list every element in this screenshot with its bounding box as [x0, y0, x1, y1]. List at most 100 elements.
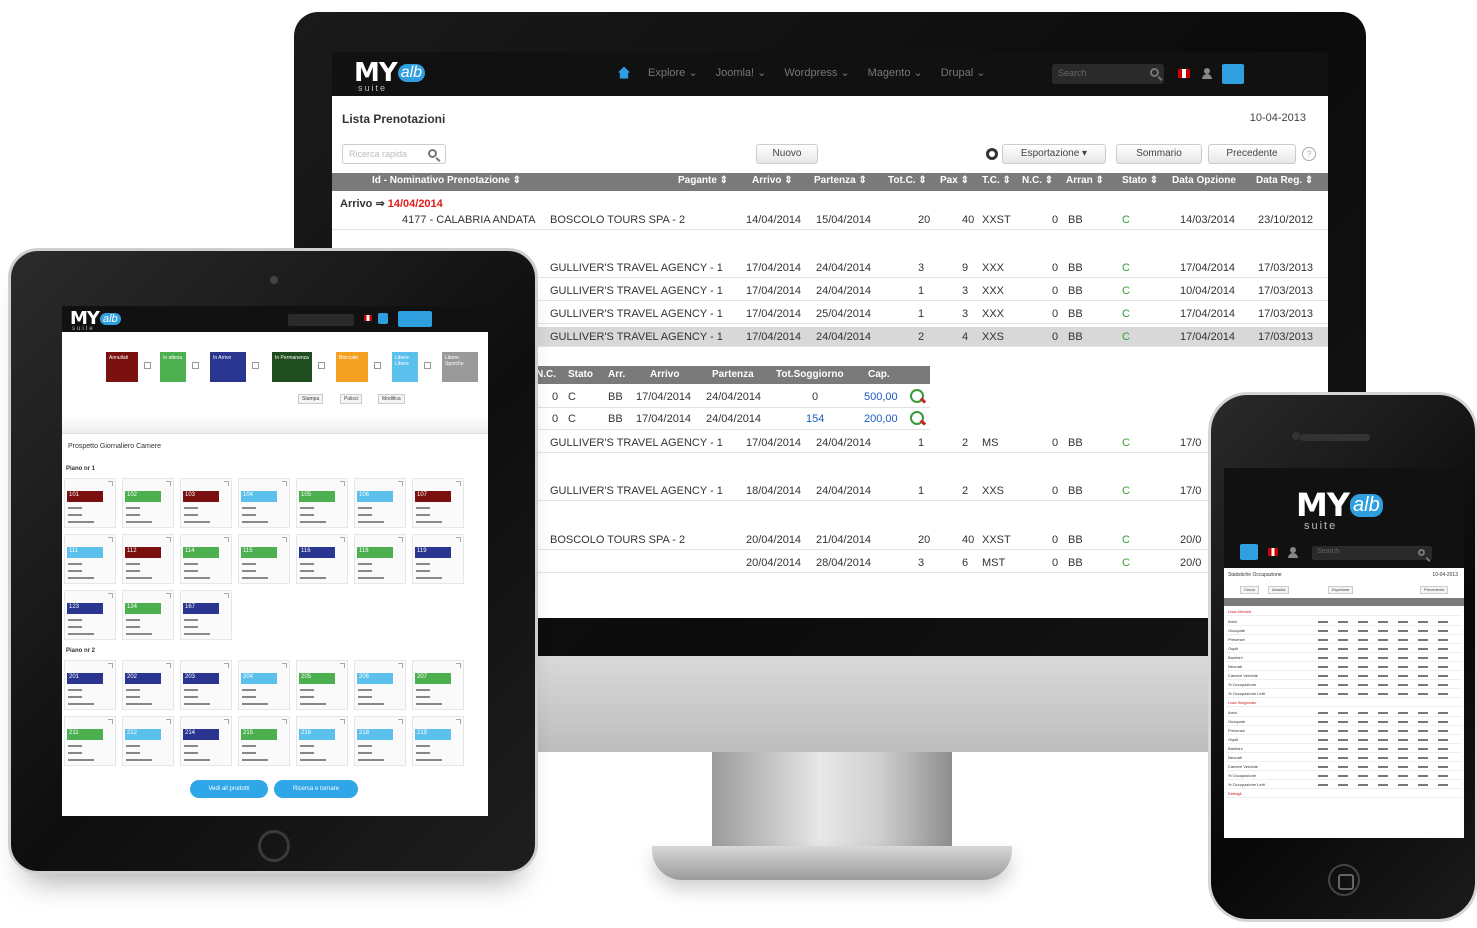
expand-icon[interactable]	[340, 719, 345, 724]
legend-checkbox[interactable]	[192, 362, 199, 369]
flag-icon[interactable]	[364, 315, 372, 321]
menu-wordpress[interactable]: Wordpress ⌄	[784, 66, 849, 79]
col-stato[interactable]: Stato ⇕	[1122, 175, 1158, 186]
room-card[interactable]: 105	[296, 478, 348, 528]
col-id[interactable]: Id - Nominativo Prenotazione ⇕	[372, 175, 521, 186]
flag-icon[interactable]	[1178, 69, 1190, 78]
phone-table-row[interactable]: Presenze	[1226, 727, 1462, 735]
expand-icon[interactable]	[340, 537, 345, 542]
col-nc[interactable]: N.C. ⇕	[1022, 175, 1053, 186]
phone-home-button[interactable]	[1328, 864, 1360, 896]
col-totc[interactable]: Tot.C. ⇕	[888, 175, 927, 186]
room-card[interactable]: 123	[64, 590, 116, 640]
room-card[interactable]: 118	[354, 534, 406, 584]
nuovo-button[interactable]: Nuovo	[756, 144, 818, 164]
phone-myalb-logo[interactable]: MY alb suite	[1296, 486, 1383, 532]
expand-icon[interactable]	[224, 719, 229, 724]
expand-icon[interactable]	[108, 593, 113, 598]
room-card[interactable]: 107	[412, 478, 464, 528]
phone-table-row[interactable]: Occupate	[1226, 718, 1462, 726]
user-button[interactable]	[378, 313, 388, 324]
expand-icon[interactable]	[224, 593, 229, 598]
legend-item[interactable]: Bloccate	[336, 352, 368, 382]
flag-icon[interactable]	[1268, 548, 1278, 556]
phone-table-row[interactable]: Arrivi	[1226, 618, 1462, 626]
room-card[interactable]: 214	[180, 716, 232, 766]
room-card[interactable]: 106	[354, 478, 406, 528]
user-icon[interactable]	[1288, 547, 1298, 558]
room-card[interactable]: 216	[296, 716, 348, 766]
user-icon[interactable]	[1202, 68, 1212, 79]
phone-table-row[interactable]: % Occupazione Letti	[1226, 781, 1462, 789]
phone-table-row[interactable]: % Occupazione	[1226, 772, 1462, 780]
room-card[interactable]: 204	[238, 660, 290, 710]
expand-icon[interactable]	[224, 537, 229, 542]
col-data-reg[interactable]: Data Reg. ⇕	[1256, 175, 1313, 186]
expand-icon[interactable]	[398, 481, 403, 486]
room-card[interactable]: 205	[296, 660, 348, 710]
stampa-button[interactable]: Stampa	[298, 394, 324, 404]
col-arran[interactable]: Arran ⇕	[1066, 175, 1104, 186]
gear-icon[interactable]	[986, 148, 998, 160]
room-card[interactable]: 201	[64, 660, 116, 710]
expand-icon[interactable]	[224, 663, 229, 668]
room-card[interactable]: 219	[412, 716, 464, 766]
phone-table-row[interactable]: % Occupazione	[1226, 681, 1462, 689]
expand-icon[interactable]	[166, 593, 171, 598]
col-pax[interactable]: Pax ⇕	[940, 175, 969, 186]
expand-icon[interactable]	[282, 719, 287, 724]
expand-icon[interactable]	[282, 537, 287, 542]
esportazione-button[interactable]: Esportazione ▾	[1002, 144, 1106, 164]
quick-search-icon[interactable]	[428, 149, 437, 158]
expand-icon[interactable]	[456, 537, 461, 542]
menu-explore[interactable]: Explore ⌄	[648, 66, 698, 79]
expand-icon[interactable]	[108, 663, 113, 668]
room-card[interactable]: 101	[64, 478, 116, 528]
myalb-logo[interactable]: MY alb suite	[354, 58, 426, 93]
expand-icon[interactable]	[108, 537, 113, 542]
room-card[interactable]: 103	[180, 478, 232, 528]
phone-table-row[interactable]: Bambini	[1226, 745, 1462, 753]
expand-icon[interactable]	[398, 663, 403, 668]
phone-table-row[interactable]: % Occupazione Letti	[1226, 690, 1462, 698]
phone-table-row[interactable]: Arrivi	[1226, 709, 1462, 717]
room-card[interactable]: 211	[64, 716, 116, 766]
menu-toggle-button[interactable]	[1222, 64, 1244, 84]
sommario-button[interactable]: Sommario	[1116, 144, 1202, 164]
room-card[interactable]: 102	[122, 478, 174, 528]
expand-icon[interactable]	[456, 719, 461, 724]
col-arrivo[interactable]: Arrivo ⇕	[752, 175, 793, 186]
phone-table-row[interactable]: Ospiti	[1226, 645, 1462, 653]
esportare-button[interactable]: Esportare	[1328, 586, 1354, 594]
room-card[interactable]: 114	[180, 534, 232, 584]
room-card[interactable]: 112	[122, 534, 174, 584]
legend-checkbox[interactable]	[144, 362, 151, 369]
room-card[interactable]: 212	[122, 716, 174, 766]
legend-checkbox[interactable]	[318, 362, 325, 369]
room-card[interactable]: 115	[238, 534, 290, 584]
room-card[interactable]: 124	[122, 590, 174, 640]
menu-magento[interactable]: Magento ⌄	[868, 66, 923, 79]
search-return-button[interactable]: Ricerca e tornare	[274, 780, 358, 798]
room-card[interactable]: 203	[180, 660, 232, 710]
col-partenza[interactable]: Partenza ⇕	[814, 175, 867, 186]
subtable-row[interactable]: 0 C BB 17/04/2014 24/04/2014 154 200,00	[532, 408, 930, 430]
menu-toggle-button[interactable]	[398, 311, 432, 327]
expand-icon[interactable]	[166, 663, 171, 668]
legend-checkbox[interactable]	[424, 362, 431, 369]
annulla-button[interactable]: Annulla	[1268, 586, 1290, 594]
phone-search-input[interactable]: Search	[1312, 546, 1432, 560]
expand-icon[interactable]	[108, 481, 113, 486]
legend-item[interactable]: Libere Libere	[392, 352, 418, 382]
monitor-search-input[interactable]: Search	[1052, 64, 1164, 84]
expand-icon[interactable]	[398, 537, 403, 542]
legend-checkbox[interactable]	[252, 362, 259, 369]
expand-icon[interactable]	[340, 663, 345, 668]
search-icon[interactable]	[1418, 549, 1425, 556]
expand-icon[interactable]	[282, 663, 287, 668]
col-data-opzione[interactable]: Data Opzione	[1172, 175, 1236, 186]
room-card[interactable]: 206	[354, 660, 406, 710]
expand-icon[interactable]	[166, 719, 171, 724]
phone-table-row[interactable]: Ospiti	[1226, 736, 1462, 744]
phone-table-row[interactable]: Neonati	[1226, 663, 1462, 671]
